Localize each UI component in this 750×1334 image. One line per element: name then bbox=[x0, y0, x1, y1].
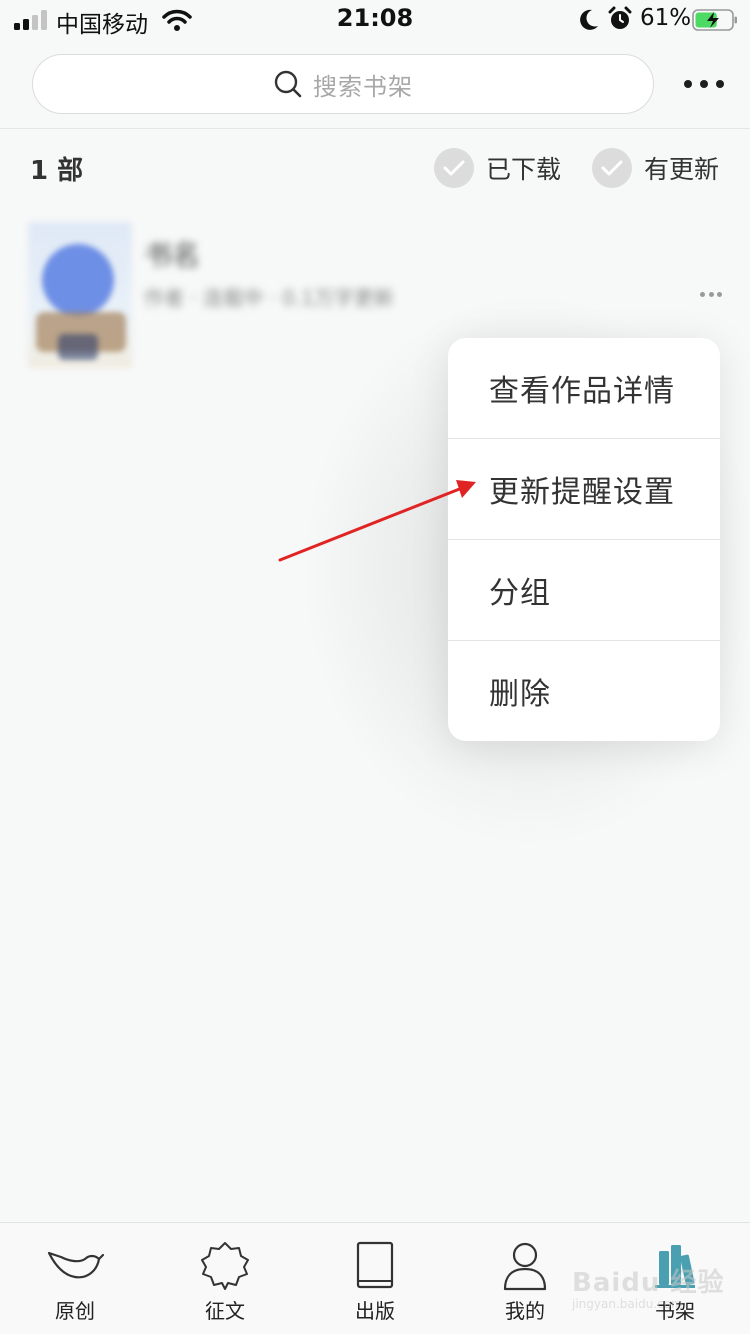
book-title: 书名 bbox=[144, 239, 201, 272]
book-count: 1 部 bbox=[30, 156, 84, 186]
book-icon bbox=[356, 1241, 394, 1289]
header-divider bbox=[0, 128, 750, 129]
menu-item-view-details[interactable]: 查看作品详情 bbox=[448, 338, 720, 438]
book-cover[interactable] bbox=[28, 222, 132, 368]
badge-icon bbox=[201, 1242, 249, 1290]
filter-updated[interactable]: 有更新 bbox=[592, 148, 719, 188]
moon-icon bbox=[580, 9, 598, 30]
menu-item-delete[interactable]: 删除 bbox=[448, 641, 720, 741]
tab-contest[interactable]: 征文 bbox=[150, 1223, 300, 1334]
baidu-jingyan-watermark: Baidu 经验 jingyan.baidu.com bbox=[572, 1268, 725, 1311]
search-icon bbox=[274, 70, 302, 98]
status-bar: 中国移动 21:08 61% bbox=[0, 0, 750, 42]
status-time: 21:08 bbox=[336, 4, 414, 32]
search-placeholder: 搜索书架 bbox=[313, 72, 413, 101]
battery-percent: 61% bbox=[640, 5, 692, 31]
user-icon bbox=[503, 1242, 547, 1291]
tab-original[interactable]: 原创 bbox=[0, 1223, 150, 1334]
check-icon bbox=[592, 148, 632, 188]
check-icon bbox=[434, 148, 474, 188]
tab-label: 出版 bbox=[355, 1299, 395, 1323]
search-input[interactable]: 搜索书架 bbox=[32, 54, 654, 114]
filter-downloaded-label: 已下载 bbox=[486, 155, 562, 184]
more-horizontal-icon[interactable] bbox=[684, 70, 724, 98]
filter-updated-label: 有更新 bbox=[644, 155, 720, 184]
tab-publish[interactable]: 出版 bbox=[300, 1223, 450, 1334]
annotation-arrow bbox=[278, 480, 476, 562]
book-meta: 作者 · 连载中 · 0.1万字更新 bbox=[144, 286, 394, 310]
alarm-icon bbox=[608, 6, 632, 29]
battery-charging-icon bbox=[692, 9, 737, 31]
tab-label: 原创 bbox=[55, 1299, 95, 1323]
bird-icon bbox=[47, 1251, 105, 1279]
book-more-icon[interactable] bbox=[700, 292, 722, 298]
filter-downloaded[interactable]: 已下载 bbox=[434, 148, 561, 188]
tab-label: 征文 bbox=[205, 1299, 245, 1323]
